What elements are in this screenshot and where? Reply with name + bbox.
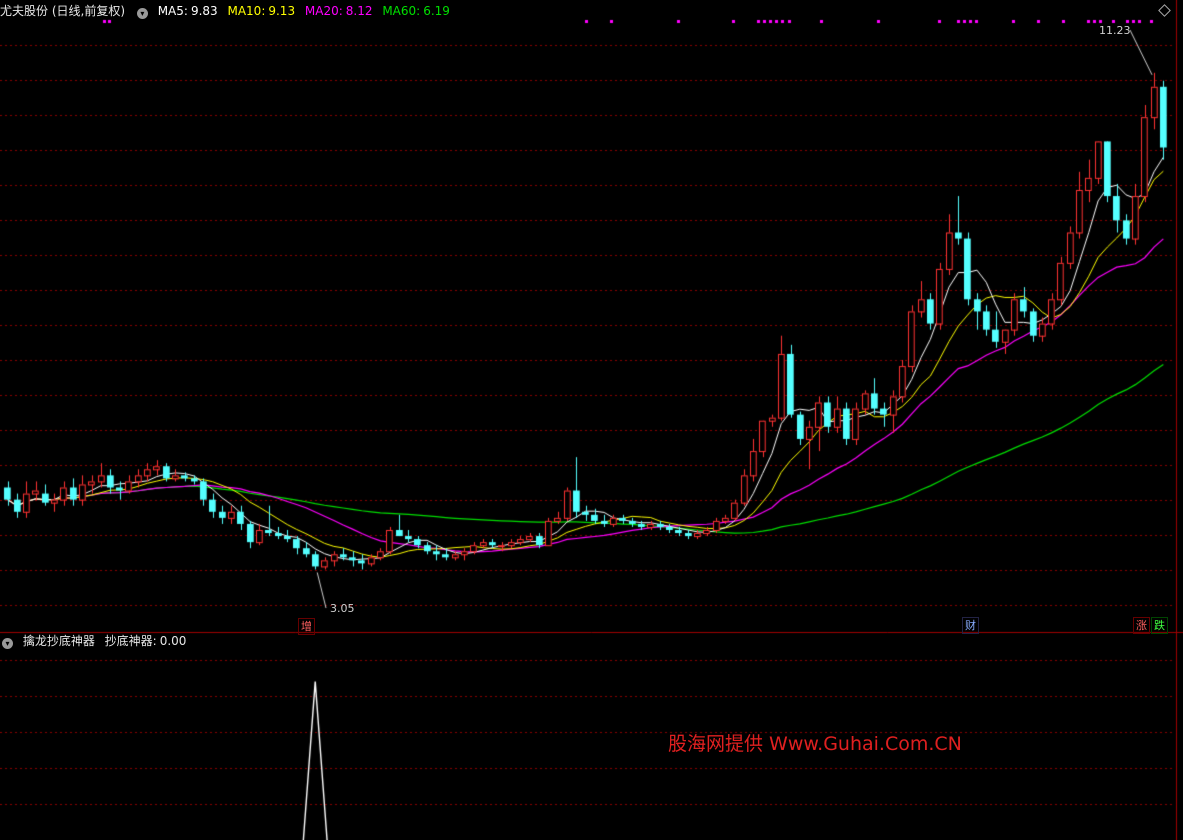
indicator-series-label-text: 抄底神器:	[104, 634, 157, 648]
marker-zeng[interactable]: 增	[298, 618, 315, 635]
ma5-value: 9.83	[190, 4, 218, 18]
marker-zhang[interactable]: 涨	[1133, 617, 1150, 634]
ma5-label: MA5: 9.83	[158, 4, 224, 18]
stock-name: 尤夫股份	[0, 4, 49, 18]
ma10-label: MA10: 9.13	[227, 4, 301, 18]
settings-circle-icon[interactable]: ▾	[136, 8, 148, 19]
marker-die[interactable]: 跌	[1151, 617, 1168, 634]
indicator-header: ▾ 擒龙抄底神器 抄底神器: 0.00	[0, 632, 198, 650]
indicator-name: 擒龙抄底神器	[22, 634, 95, 648]
ma20-value: 8.12	[345, 4, 373, 18]
watermark-text: 股海网提供 Www.Guhai.Com.CN	[668, 733, 962, 755]
high-price-label: 11.23	[1099, 24, 1131, 37]
ma60-value: 6.19	[423, 4, 450, 18]
ma20-label: MA20: 8.12	[305, 4, 379, 18]
chart-mode: (日线,前复权)	[51, 4, 126, 18]
ma10-value: 9.13	[268, 4, 296, 18]
indicator-settings-circle-icon[interactable]: ▾	[2, 638, 13, 649]
kline-chart-canvas[interactable]	[0, 0, 1183, 840]
marker-cai[interactable]: 财	[962, 617, 979, 634]
ma10-label-text: MA10:	[227, 4, 266, 18]
main-chart-header: 尤夫股份 (日线,前复权) ▾ MA5: 9.83 MA10: 9.13 MA20:…	[0, 2, 456, 20]
low-price-label: 3.05	[330, 602, 355, 615]
ma20-label-text: MA20:	[304, 4, 343, 18]
indicator-series-label: 抄底神器: 0.00	[105, 634, 193, 648]
indicator-value: 0.00	[159, 634, 187, 648]
ma60-label-text: MA60:	[382, 4, 421, 18]
ma5-label-text: MA5:	[157, 4, 188, 18]
ma60-label: MA60: 6.19	[382, 4, 456, 18]
